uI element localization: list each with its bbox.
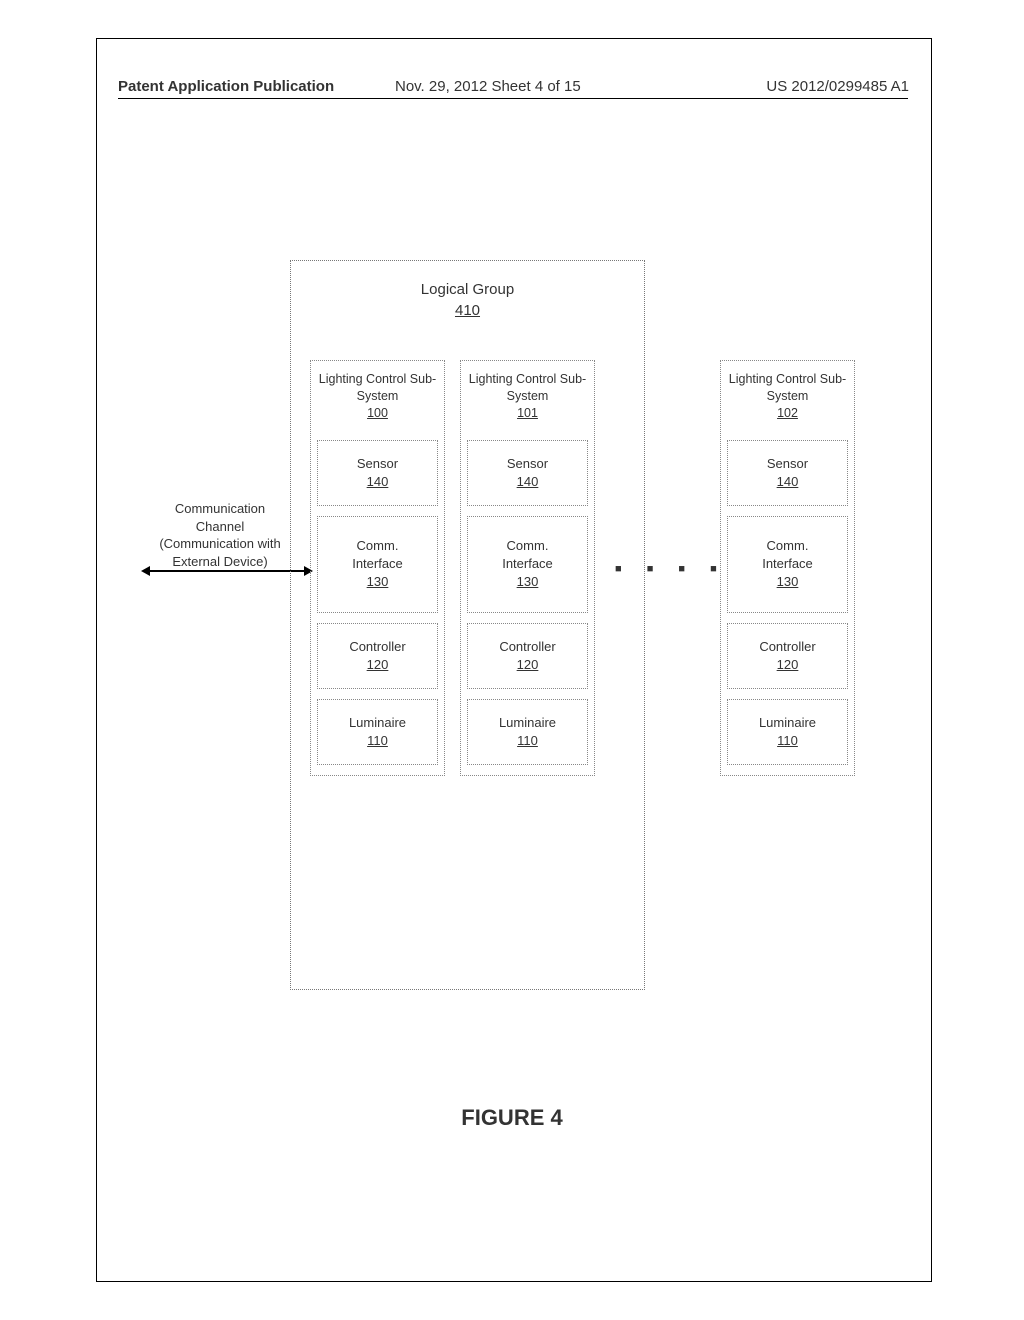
unit-label: Sensor: [507, 456, 548, 471]
subsystem-ref: 100: [367, 406, 388, 420]
sensor-block: Sensor 140: [467, 440, 588, 506]
unit-ref: 130: [367, 574, 389, 589]
figure-caption: FIGURE 4: [0, 1105, 1024, 1131]
controller-block: Controller 120: [317, 623, 438, 689]
subsystem-head: Lighting Control Sub-System 101: [467, 367, 588, 430]
unit-label: Controller: [499, 639, 555, 654]
subsystem-title: Lighting Control Sub-System: [469, 372, 586, 403]
sensor-block: Sensor 140: [727, 440, 848, 506]
ellipsis-icon: ■ ■ ■ ■: [615, 563, 728, 575]
unit-ref: 140: [777, 474, 799, 489]
comm-line3: (Communication with: [159, 536, 280, 551]
unit-label1: Comm.: [767, 538, 809, 553]
luminaire-block: Luminaire 110: [467, 699, 588, 765]
unit-label: Luminaire: [499, 715, 556, 730]
comm-interface-block: Comm. Interface 130: [727, 516, 848, 613]
header-sheet: Nov. 29, 2012 Sheet 4 of 15: [395, 78, 581, 95]
unit-ref: 130: [777, 574, 799, 589]
comm-interface-block: Comm. Interface 130: [317, 516, 438, 613]
comm-interface-block: Comm. Interface 130: [467, 516, 588, 613]
subsystem-title: Lighting Control Sub-System: [729, 372, 846, 403]
lighting-subsystem-102: Lighting Control Sub-System 102 Sensor 1…: [720, 360, 855, 776]
luminaire-block: Luminaire 110: [317, 699, 438, 765]
unit-label2: Interface: [762, 556, 813, 571]
communication-channel-label: Communication Channel (Communication wit…: [140, 500, 300, 570]
arrow-line: [147, 570, 307, 572]
subsystem-ref: 101: [517, 406, 538, 420]
controller-block: Controller 120: [467, 623, 588, 689]
unit-ref: 140: [367, 474, 389, 489]
unit-ref: 120: [517, 657, 539, 672]
unit-label: Sensor: [767, 456, 808, 471]
subsystem-title: Lighting Control Sub-System: [319, 372, 436, 403]
header-rule: [118, 98, 908, 99]
lighting-subsystem-101: Lighting Control Sub-System 101 Sensor 1…: [460, 360, 595, 776]
unit-ref: 110: [517, 733, 538, 748]
unit-label2: Interface: [352, 556, 403, 571]
luminaire-block: Luminaire 110: [727, 699, 848, 765]
comm-line1: Communication: [175, 501, 265, 516]
unit-ref: 140: [517, 474, 539, 489]
unit-ref: 110: [777, 733, 798, 748]
logical-group-title: Logical Group 410: [291, 279, 644, 321]
sensor-block: Sensor 140: [317, 440, 438, 506]
lighting-subsystem-100: Lighting Control Sub-System 100 Sensor 1…: [310, 360, 445, 776]
group-title-text: Logical Group: [421, 281, 514, 298]
unit-ref: 120: [777, 657, 799, 672]
unit-ref: 110: [367, 733, 388, 748]
unit-label2: Interface: [502, 556, 553, 571]
comm-line2: Channel: [196, 519, 244, 534]
subsystem-head: Lighting Control Sub-System 100: [317, 367, 438, 430]
communication-arrow: [141, 565, 313, 577]
header-docnumber: US 2012/0299485 A1: [766, 78, 909, 95]
unit-label1: Comm.: [507, 538, 549, 553]
header-publication: Patent Application Publication: [118, 78, 334, 95]
unit-ref: 130: [517, 574, 539, 589]
unit-ref: 120: [367, 657, 389, 672]
unit-label: Controller: [349, 639, 405, 654]
unit-label1: Comm.: [357, 538, 399, 553]
unit-label: Controller: [759, 639, 815, 654]
unit-label: Luminaire: [759, 715, 816, 730]
subsystem-head: Lighting Control Sub-System 102: [727, 367, 848, 430]
group-ref: 410: [455, 302, 480, 319]
unit-label: Luminaire: [349, 715, 406, 730]
subsystem-ref: 102: [777, 406, 798, 420]
controller-block: Controller 120: [727, 623, 848, 689]
unit-label: Sensor: [357, 456, 398, 471]
